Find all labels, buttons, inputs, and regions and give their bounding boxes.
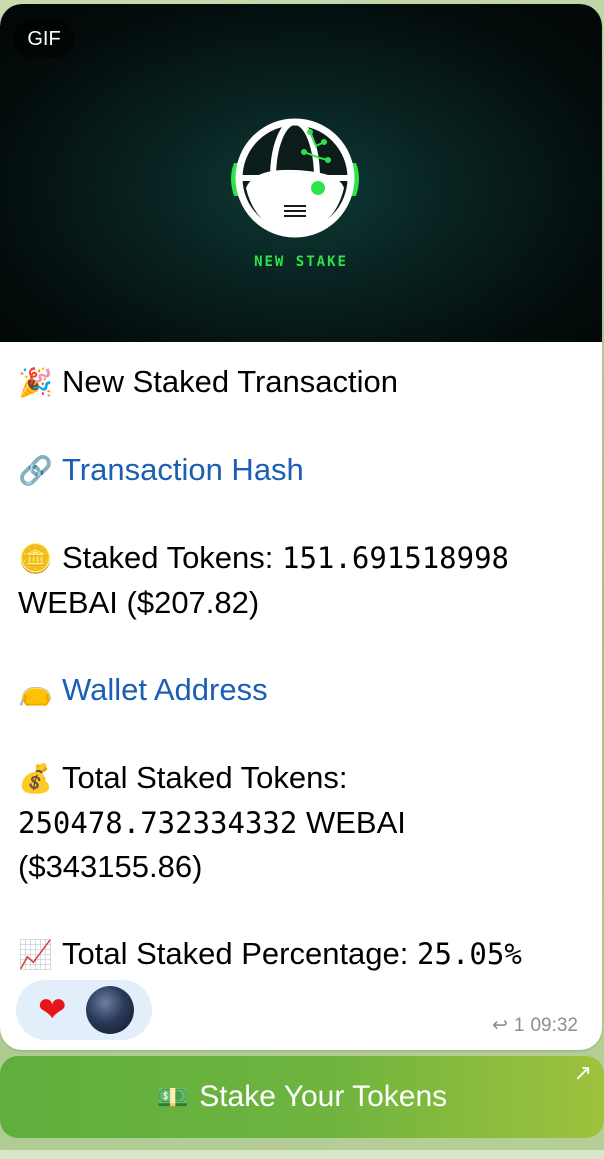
staked-tokens-amount: 151.691518998 [282, 541, 509, 575]
message-title-line: 🎉 New Staked Transaction [18, 360, 584, 405]
dollar-banknote-icon: 💵 [156, 1082, 190, 1112]
message-time: 09:32 [530, 1015, 578, 1036]
transaction-hash-link[interactable]: Transaction Hash [62, 452, 304, 487]
reaction-pill[interactable]: ❤ [16, 980, 152, 1040]
staked-tokens-label: Staked Tokens: [62, 540, 283, 575]
external-link-arrow-icon: ↗ [573, 1060, 592, 1085]
wallet-address-link[interactable]: Wallet Address [62, 672, 268, 707]
total-staked-unit: WEBAI [297, 805, 406, 840]
money-bag-icon: 💰 [18, 763, 53, 794]
bottom-strip [0, 1150, 604, 1159]
stake-button-label: Stake Your Tokens [199, 1080, 448, 1113]
staked-tokens-block: 🪙 Staked Tokens: 151.691518998 WEBAI ($20… [18, 536, 584, 625]
message-bubble: GIF NEW STAKE 🎉 New Staked Transaction 🔗… [0, 4, 602, 1050]
reply-count: 1 [513, 1015, 525, 1036]
staked-percentage-label: Total Staked Percentage: [62, 936, 418, 971]
wallet-address-line: 👝 Wallet Address [18, 668, 584, 713]
staked-percentage-value: 25.05% [417, 937, 522, 971]
stake-your-tokens-button[interactable]: 💵 Stake Your Tokens ↗ [0, 1056, 604, 1138]
heart-icon: ❤ [38, 991, 67, 1029]
party-popper-icon: 🎉 [18, 367, 53, 398]
coin-icon: 🪙 [18, 543, 53, 574]
gif-badge: GIF [13, 20, 75, 58]
message-meta: ↩ 1 09:32 [486, 1014, 578, 1037]
total-staked-amount: 250478.732334332 [18, 806, 298, 840]
gif-media[interactable]: GIF NEW STAKE [0, 4, 602, 342]
total-staked-usd: ($343155.86) [18, 849, 203, 884]
transaction-hash-line: 🔗 Transaction Hash [18, 448, 584, 493]
link-icon: 🔗 [18, 455, 53, 486]
message-title: New Staked Transaction [62, 364, 399, 399]
logo-caption: NEW STAKE [254, 254, 348, 270]
total-staked-label: Total Staked Tokens: [62, 760, 348, 795]
reactor-avatar [86, 986, 134, 1034]
chart-increasing-icon: 📈 [18, 939, 53, 970]
reply-icon[interactable]: ↩ [492, 1015, 508, 1036]
total-staked-block: 💰 Total Staked Tokens: 250478.732334332 W… [18, 756, 584, 889]
staked-tokens-usd: WEBAI ($207.82) [18, 585, 260, 620]
staked-percentage-line: 📈 Total Staked Percentage: 25.05% [18, 932, 584, 977]
new-stake-logo-icon [231, 118, 359, 238]
pouch-icon: 👝 [18, 675, 53, 706]
